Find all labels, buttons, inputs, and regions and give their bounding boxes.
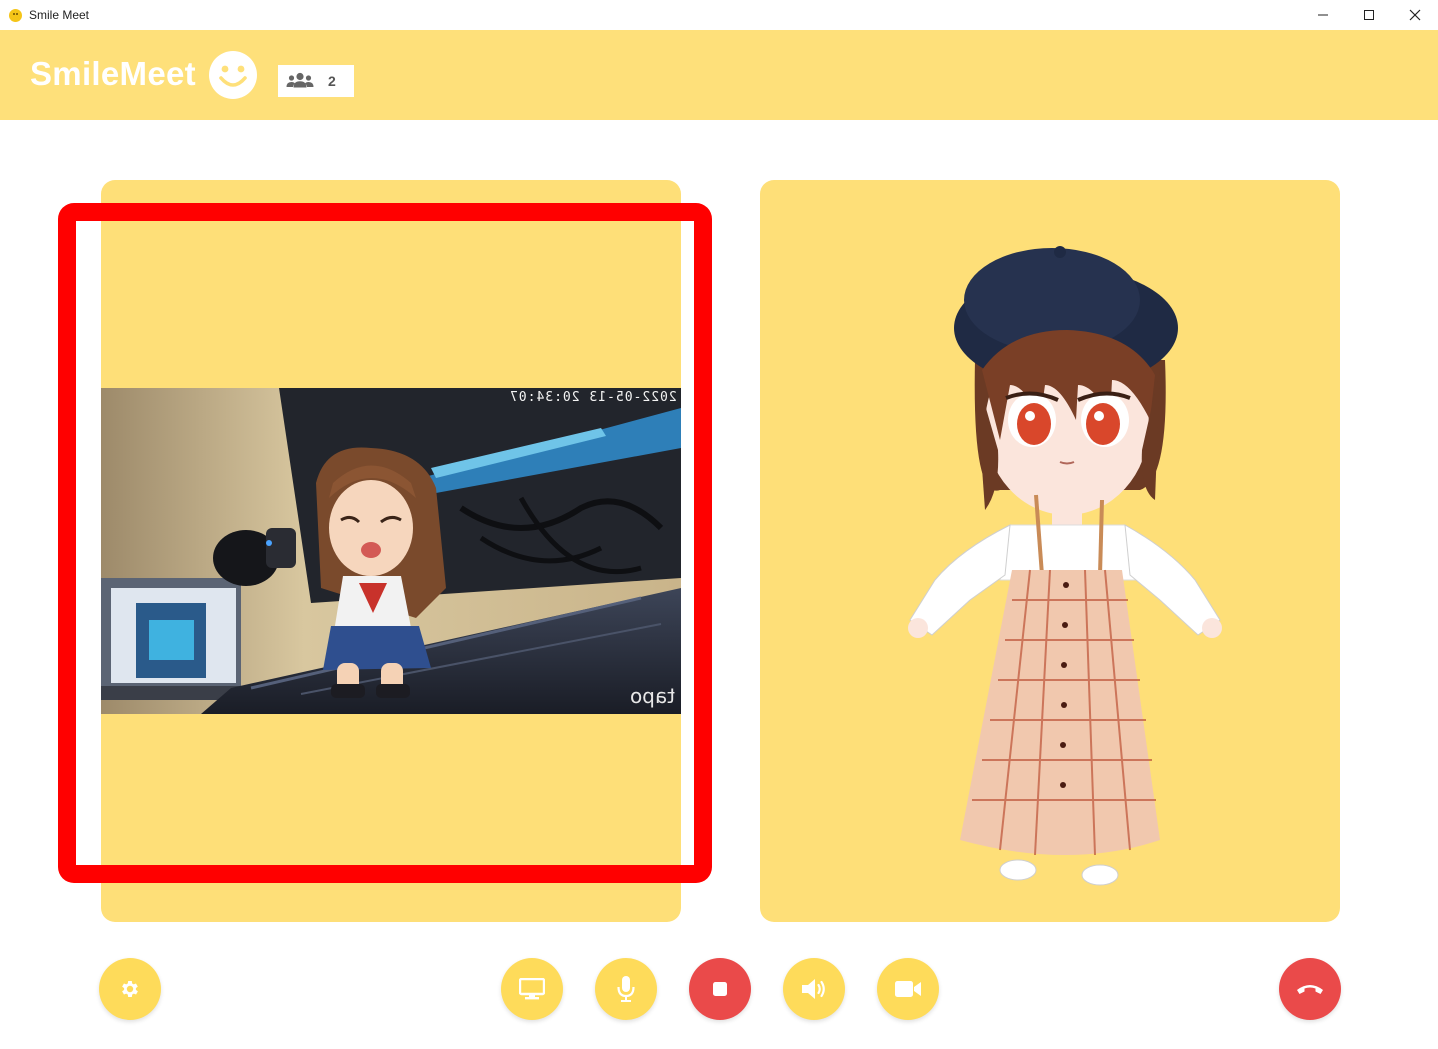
- maximize-button[interactable]: [1346, 0, 1392, 30]
- video-camera-icon: [895, 981, 921, 997]
- stop-icon: [713, 982, 727, 996]
- stop-button[interactable]: [689, 958, 751, 1020]
- close-icon: [1409, 9, 1421, 21]
- window-title: Smile Meet: [29, 8, 90, 22]
- phone-hangup-icon: [1297, 985, 1323, 994]
- microphone-icon: [617, 976, 635, 1002]
- local-camera-feed: 2022-05-13 20:34:07 tapo: [101, 388, 681, 714]
- minimize-icon: [1318, 14, 1328, 16]
- close-window-button[interactable]: [1392, 0, 1438, 30]
- hang-up-button[interactable]: [1279, 958, 1341, 1020]
- microphone-button[interactable]: [595, 958, 657, 1020]
- monitor-icon: [519, 978, 545, 1000]
- camera-scene-image: [101, 388, 681, 714]
- window-titlebar: Smile Meet: [0, 0, 1438, 30]
- avatar-character-image: [908, 246, 1222, 886]
- minimize-button[interactable]: [1300, 0, 1346, 30]
- camera-watermark: tapo: [629, 684, 675, 708]
- settings-button[interactable]: [99, 958, 161, 1020]
- avatar-panel: [760, 180, 1340, 922]
- volume-icon: [802, 979, 825, 999]
- camera-timestamp: 2022-05-13 20:34:07: [509, 390, 677, 405]
- app-header: SmileMeet 2: [0, 30, 1438, 120]
- screen-share-button[interactable]: [501, 958, 563, 1020]
- participant-count: 2: [328, 73, 336, 89]
- users-icon: [286, 72, 314, 88]
- gear-icon: [122, 981, 138, 997]
- camera-button[interactable]: [877, 958, 939, 1020]
- maximize-icon: [1364, 10, 1374, 20]
- smile-app-icon: [9, 8, 22, 22]
- speaker-button[interactable]: [783, 958, 845, 1020]
- brand-logo-text: SmileMeet: [30, 55, 196, 92]
- local-video-panel: 2022-05-13 20:34:07 tapo: [101, 180, 681, 922]
- participant-counter[interactable]: 2: [278, 65, 354, 97]
- smile-logo-icon: [209, 51, 257, 99]
- window-controls: [1300, 0, 1438, 30]
